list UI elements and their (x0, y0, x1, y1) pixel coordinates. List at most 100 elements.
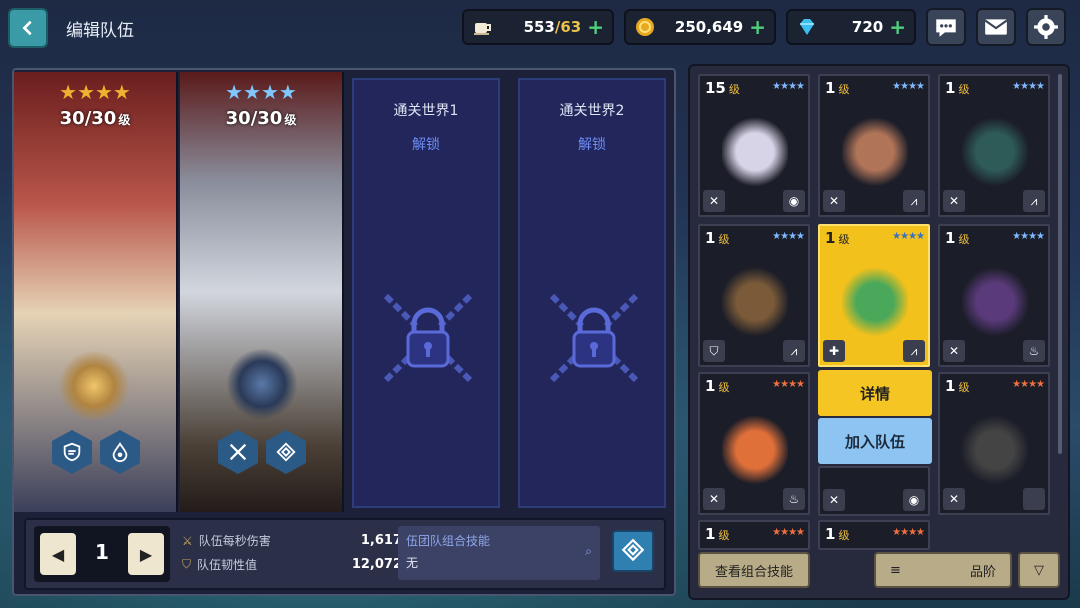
hero-sprite (962, 408, 1028, 484)
class-icon: ✕ (823, 190, 845, 212)
gem-value: 720 (851, 18, 884, 36)
team-toughness-stat: ⛉ 队伍韧性值 12,072 (182, 557, 402, 572)
hero-card-stars: ★★★★ (772, 231, 805, 242)
element-icon: ⩘ (903, 190, 925, 212)
hero-card[interactable]: 1 级 ★★★★ ⛉ ⩘ (698, 224, 810, 367)
gem-counter: 720 + (786, 9, 916, 45)
hero-sprite (722, 110, 788, 186)
hero-card-level: 1级 (825, 525, 850, 543)
hero-card[interactable]: 1 级 ★★★★ ✕ ⩘ (818, 74, 930, 217)
hero-card-stars: ★★★★ (1012, 81, 1045, 92)
back-button[interactable] (8, 8, 48, 48)
add-gold-button[interactable]: + (749, 17, 766, 37)
hero-card-stars: ★★★★ (772, 527, 805, 538)
element-icon: ⩘ (1023, 190, 1045, 212)
element-icon: ⩘ (783, 340, 805, 362)
class-icon: ✚ (823, 340, 845, 362)
coffee-icon (472, 16, 494, 38)
prev-team-button[interactable]: ◀ (40, 533, 76, 575)
gold-value: 250,649 (674, 18, 744, 36)
details-button[interactable]: 详情 (818, 370, 932, 416)
hero-card-level: 1级 (705, 525, 730, 543)
hero-card[interactable]: 1 级 ★★★★ ✕ ♨ (938, 224, 1050, 367)
hero-sprite (722, 260, 788, 336)
add-gem-button[interactable]: + (889, 17, 906, 37)
hero-card-stars: ★★★★ (1012, 379, 1045, 390)
class-icon: ✕ (943, 488, 965, 510)
combo-skill-button[interactable] (612, 530, 654, 572)
hero-card-stars: ★★★★ (892, 231, 925, 242)
stamina-value: 553 (523, 18, 555, 36)
padlock-chain-icon (549, 293, 639, 383)
class-icon: ✕ (823, 489, 845, 511)
sort-order-button[interactable]: ▽ (1018, 552, 1060, 588)
hero-card[interactable]: 1 级 ★★★★ ✕ ♨ (698, 372, 810, 515)
hero-card-level: 1级 (945, 79, 970, 97)
hero-card-stars: ★★★★ (772, 81, 805, 92)
hero-card[interactable]: 1 级 ★★★★ (818, 520, 930, 550)
hero-card-stars: ★★★★ (1012, 231, 1045, 242)
shield-icon: ⛉ (182, 557, 192, 571)
unlock-condition: 通关世界1 (393, 103, 459, 119)
hero-sprite (962, 260, 1028, 336)
class-icon: ✕ (943, 340, 965, 362)
chevron-left-icon (22, 20, 32, 36)
team-dps-value: 1,617 (360, 533, 402, 548)
diamond-layers-icon (621, 538, 645, 562)
class-icon: ✕ (703, 488, 725, 510)
locked-slot-2: 通关世界2 解锁 (518, 78, 666, 508)
settings-button[interactable] (1026, 8, 1066, 46)
hero-card-level: 15 级 (705, 79, 740, 97)
hero-sprite (842, 260, 908, 336)
hero-sprite (962, 110, 1028, 186)
hero-stars: ★★★★ (225, 80, 297, 104)
join-team-button[interactable]: 加入队伍 (818, 418, 932, 464)
team-panel: ★★★★ 30/30 级 ★★★★ 30/30 级 通关世界1 解锁 通关世界2 解… (12, 68, 676, 596)
hero-card-level: 1级 (945, 377, 970, 395)
mail-icon (984, 19, 1008, 35)
coin-icon (634, 16, 656, 38)
hero-chibi-sprite (58, 350, 130, 422)
element-icon: ⩘ (903, 340, 925, 362)
hero-card-level: 1级 (705, 229, 730, 247)
element-icon: ♨ (1023, 340, 1045, 362)
hero-sprite (842, 110, 908, 186)
gear-icon (1034, 15, 1058, 39)
hero-card[interactable]: 15 级 ★★★★ ✕ ◉ (698, 74, 810, 217)
hero-card[interactable]: 1 级 ★★★★ ✕ ⩘ (938, 74, 1050, 217)
add-stamina-button[interactable]: + (587, 17, 604, 37)
element-icon: ◉ (783, 190, 805, 212)
hero-card[interactable]: ✕ ◉ (818, 466, 930, 516)
water-element-icon (100, 430, 140, 474)
hero-card[interactable]: 1 级 ★★★★ (698, 520, 810, 550)
view-combo-skills-button[interactable]: 查看组合技能 (698, 552, 810, 588)
next-team-button[interactable]: ▶ (128, 533, 164, 575)
hero-card[interactable]: 1 级 ★★★★ ✕ (938, 372, 1050, 515)
hero-level: 30/30 级 (59, 108, 131, 129)
hero-level: 30/30 级 (225, 108, 297, 129)
chat-icon (936, 19, 956, 37)
team-slot-2[interactable]: ★★★★ 30/30 级 (180, 72, 344, 512)
combo-skill-value: 无 (406, 556, 419, 570)
team-dps-stat: ⚔ 队伍每秒伤害 1,617 (182, 533, 402, 548)
hero-card-level: 1级 (825, 229, 850, 247)
sort-dropdown[interactable]: ≡ 品阶 (874, 552, 1012, 588)
team-toughness-value: 12,072 (351, 557, 402, 572)
gold-counter: 250,649 + (624, 9, 776, 45)
swords-icon: ⚔ (182, 533, 193, 548)
chat-button[interactable] (926, 8, 966, 46)
hero-card[interactable]: 1 级 ★★★★ ✚ ⩘ (818, 224, 930, 367)
magnifier-icon: ⌕ (585, 544, 592, 558)
team-combo-skill-field[interactable]: 伍团队组合技能 无 ⌕ (398, 526, 600, 580)
roster-scrollbar[interactable] (1058, 74, 1062, 454)
padlock-chain-icon (383, 293, 473, 383)
team-slot-1[interactable]: ★★★★ 30/30 级 (14, 72, 178, 512)
unlock-label: 解锁 (412, 137, 440, 153)
triangle-down-icon: ▽ (1034, 562, 1044, 578)
warrior-class-icon (218, 430, 258, 474)
page-title: 编辑队伍 (66, 21, 134, 41)
mail-button[interactable] (976, 8, 1016, 46)
locked-slot-1: 通关世界1 解锁 (352, 78, 500, 508)
class-icon: ✕ (943, 190, 965, 212)
hero-roster: 15 级 ★★★★ ✕ ◉ 1 级 ★★★★ ✕ ⩘ 1 级 ★★★★ ✕ ⩘ 1 级 ★★★★ ⛉ ⩘ 1 级 ★★★★ ✚… (688, 64, 1070, 600)
